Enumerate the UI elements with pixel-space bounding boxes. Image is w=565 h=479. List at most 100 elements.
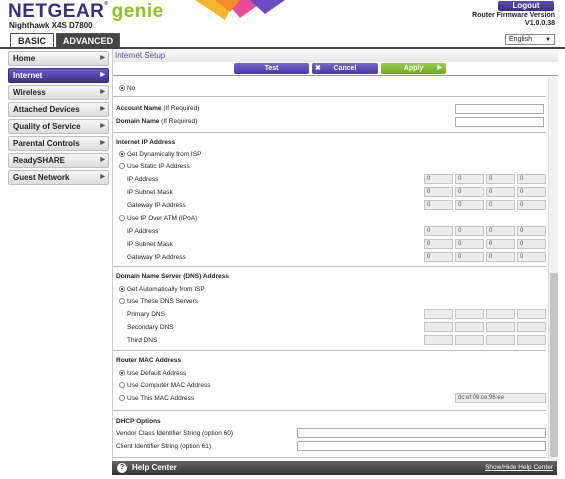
sidebar-item-attached-devices[interactable]: Attached Devices ▶ <box>8 102 109 117</box>
sidebar-item-wireless[interactable]: Wireless ▶ <box>8 85 109 100</box>
ipoa-subnet-octet[interactable]: 0 <box>424 239 453 249</box>
firmware-label: Router Firmware Version <box>472 12 555 19</box>
third-dns-octet[interactable] <box>424 335 453 345</box>
ipoa-subnet-octet[interactable]: 0 <box>517 239 546 249</box>
ipoa-gateway-label: Gateway IP Address <box>127 254 186 261</box>
radio-label: Use Computer MAC Address <box>127 382 211 389</box>
ipoa-subnet-label: IP Subnet Mask <box>127 241 173 248</box>
third-dns-octet[interactable] <box>486 335 515 345</box>
hint-text: (If Required) <box>163 105 200 112</box>
sidebar-item-parental-controls[interactable]: Parental Controls ▶ <box>8 136 109 151</box>
ipoa-ip-octet[interactable]: 0 <box>486 226 515 236</box>
ipoa-ip-octet[interactable]: 0 <box>455 226 484 236</box>
show-hide-help-link[interactable]: Show/Hide Help Center <box>485 464 553 471</box>
radio-mac-this[interactable]: Use This MAC Address <box>119 395 194 402</box>
tab-basic[interactable]: BASIC <box>10 33 54 48</box>
test-button[interactable]: Test <box>234 63 309 74</box>
subnet-octet[interactable]: 0 <box>455 187 484 197</box>
ip-octet[interactable]: 0 <box>455 174 484 184</box>
chevron-right-icon: ▶ <box>437 65 442 71</box>
close-icon: ✖ <box>315 65 321 72</box>
gateway-label: Gateway IP Address <box>127 202 186 209</box>
radio-mac-default[interactable]: Use Default Address <box>119 370 186 377</box>
sidebar-item-label: Home <box>13 54 36 63</box>
domain-name-input[interactable] <box>455 117 544 127</box>
sidebar-item-label: Guest Network <box>13 173 70 182</box>
subnet-octet[interactable]: 0 <box>486 187 515 197</box>
help-center-bar: ? Help Center Show/Hide Help Center <box>112 461 557 475</box>
apply-button[interactable]: Apply ▶ <box>381 63 446 74</box>
third-dns-octet[interactable] <box>517 335 546 345</box>
chevron-right-icon: ▶ <box>100 72 105 78</box>
apply-label: Apply <box>403 65 424 72</box>
title-bar: Internet Setup <box>113 49 558 62</box>
ip-octet[interactable]: 0 <box>424 174 453 184</box>
chevron-right-icon: ▶ <box>100 157 105 163</box>
third-dns-octet[interactable] <box>455 335 484 345</box>
primary-dns-octet[interactable] <box>455 309 484 319</box>
radio-label: No <box>127 85 136 92</box>
mac-address-input[interactable]: dc:ef:09:ce:96:ee <box>455 393 546 403</box>
account-name-input[interactable] <box>455 104 544 114</box>
sidebar-item-label: Attached Devices <box>13 105 80 114</box>
trademark: ® <box>104 1 109 7</box>
sidebar-item-home[interactable]: Home ▶ <box>8 51 109 66</box>
language-select[interactable]: English ▼ <box>505 34 555 45</box>
radio-ip-dynamic[interactable]: Get Dynamically from ISP <box>119 151 201 158</box>
gateway-octet[interactable]: 0 <box>517 200 546 210</box>
radio-mac-computer[interactable]: Use Computer MAC Address <box>119 382 210 389</box>
ipoa-gateway-octet[interactable]: 0 <box>486 252 515 262</box>
divider <box>113 266 546 267</box>
netgear-logo: NETGEAR® genie <box>8 1 164 23</box>
ipoa-gateway-octet[interactable]: 0 <box>424 252 453 262</box>
sidebar-item-internet[interactable]: Internet ▶ <box>8 68 109 83</box>
tab-advanced[interactable]: ADVANCED <box>56 33 120 48</box>
gateway-octet[interactable]: 0 <box>455 200 484 210</box>
secondary-dns-octet[interactable] <box>424 322 453 332</box>
ip-octet[interactable]: 0 <box>517 174 546 184</box>
scrollbar-thumb[interactable] <box>550 273 558 457</box>
cancel-button[interactable]: ✖ Cancel <box>312 63 378 74</box>
ipoa-ip-octet[interactable]: 0 <box>517 226 546 236</box>
subnet-octet[interactable]: 0 <box>424 187 453 197</box>
ipoa-subnet-octet[interactable]: 0 <box>455 239 484 249</box>
divider <box>113 96 546 97</box>
sidebar-item-guest-network[interactable]: Guest Network ▶ <box>8 170 109 185</box>
radio-button <box>119 85 125 91</box>
ipoa-gateway-octet[interactable]: 0 <box>517 252 546 262</box>
ipoa-gateway-octet[interactable]: 0 <box>455 252 484 262</box>
primary-dns-octet[interactable] <box>517 309 546 319</box>
sidebar-item-label: ReadySHARE <box>13 156 66 165</box>
radio-dns-manual[interactable]: Use These DNS Servers <box>119 298 198 305</box>
ipoa-ip-octet[interactable]: 0 <box>424 226 453 236</box>
radio-ipoa[interactable]: Use IP Over ATM (IPoA) <box>119 215 197 222</box>
primary-dns-octet[interactable] <box>424 309 453 319</box>
secondary-dns-octet[interactable] <box>517 322 546 332</box>
ipoa-subnet-octet[interactable]: 0 <box>486 239 515 249</box>
divider <box>113 410 546 411</box>
vendor-class-input[interactable] <box>297 428 546 438</box>
radio-ip-static[interactable]: Use Static IP Address <box>119 163 190 170</box>
chevron-right-icon: ▶ <box>100 106 105 112</box>
ip-octet[interactable]: 0 <box>486 174 515 184</box>
help-icon[interactable]: ? <box>117 463 127 473</box>
language-value: English <box>509 36 532 43</box>
secondary-dns-label: Secondary DNS <box>127 324 174 331</box>
gateway-octet[interactable]: 0 <box>486 200 515 210</box>
secondary-dns-octet[interactable] <box>486 322 515 332</box>
logout-button[interactable]: Logout <box>498 1 554 11</box>
client-id-input[interactable] <box>297 441 546 451</box>
sidebar-item-label: Wireless <box>13 88 46 97</box>
gateway-octet[interactable]: 0 <box>424 200 453 210</box>
subnet-octet[interactable]: 0 <box>517 187 546 197</box>
sidebar-item-readyshare[interactable]: ReadySHARE ▶ <box>8 153 109 168</box>
account-name-label: Account Name (If Required) <box>116 105 199 112</box>
primary-dns-octet[interactable] <box>486 309 515 319</box>
radio-no[interactable]: No <box>119 85 135 92</box>
scrollbar[interactable] <box>548 77 558 461</box>
secondary-dns-octet[interactable] <box>455 322 484 332</box>
primary-dns-label: Primary DNS <box>127 311 165 318</box>
radio-dns-auto[interactable]: Get Automatically from ISP <box>119 286 205 293</box>
sidebar-item-qos[interactable]: Quality of Service ▶ <box>8 119 109 134</box>
ip-address-label: IP Address <box>127 176 159 183</box>
